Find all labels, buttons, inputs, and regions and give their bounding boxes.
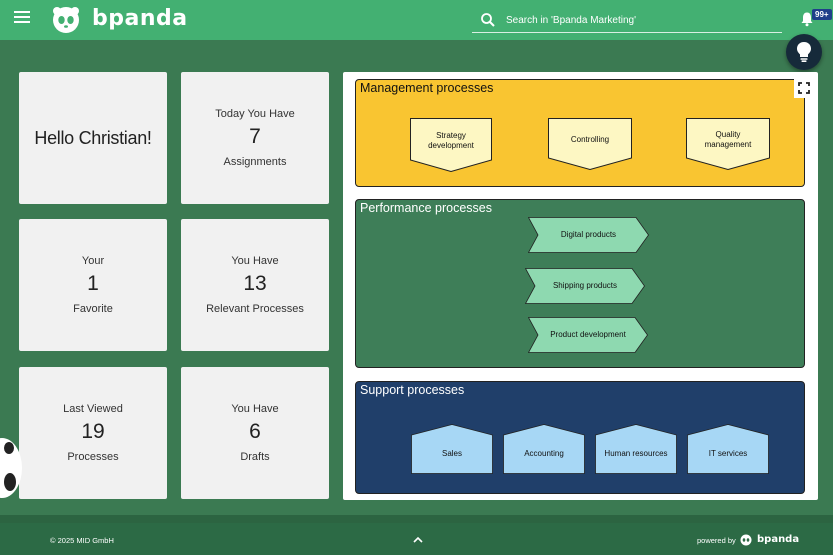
drafts-top-label: You Have xyxy=(231,403,279,415)
process-shipping-products[interactable]: Shipping products xyxy=(525,268,645,304)
support-section-title: Support processes xyxy=(360,383,465,397)
favorite-bottom-label: Favorite xyxy=(73,303,113,315)
search-input[interactable] xyxy=(506,10,776,30)
process-label: Shipping products xyxy=(552,281,618,290)
brand-name[interactable]: bpanda xyxy=(92,6,188,31)
process-label: IT services xyxy=(708,449,748,458)
relevant-bottom-label: Relevant Processes xyxy=(206,303,304,315)
greeting-tile: Hello Christian! xyxy=(19,72,167,204)
process-label: Human resources xyxy=(604,449,668,458)
process-controlling[interactable]: Controlling xyxy=(548,118,632,170)
search-icon[interactable] xyxy=(480,12,496,28)
process-strategy-development[interactable]: Strategy development xyxy=(410,118,492,172)
panda-mascot-illustration xyxy=(0,438,22,498)
favorite-top-label: Your xyxy=(81,255,105,267)
last-viewed-top-label: Last Viewed xyxy=(63,403,123,415)
process-sales[interactable]: Sales xyxy=(411,424,493,474)
process-product-development[interactable]: Product development xyxy=(528,317,648,353)
process-label: Product development xyxy=(550,330,626,339)
last-viewed-tile[interactable]: Last Viewed 19 Processes xyxy=(19,367,167,499)
drafts-bottom-label: Drafts xyxy=(240,451,270,463)
drafts-count: 6 xyxy=(249,420,261,443)
top-app-bar: bpanda 99+ xyxy=(0,0,833,40)
process-label: Sales xyxy=(441,449,462,458)
management-section-title: Management processes xyxy=(360,81,494,95)
lightbulb-icon xyxy=(797,42,811,62)
process-label: Accounting xyxy=(524,449,564,458)
relevant-top-label: You Have xyxy=(231,255,279,267)
footer-divider xyxy=(0,515,833,523)
process-human-resources[interactable]: Human resources xyxy=(595,424,677,474)
last-viewed-bottom-label: Processes xyxy=(67,451,119,463)
relevant-processes-tile[interactable]: You Have 13 Relevant Processes xyxy=(181,219,329,351)
process-label: Controlling xyxy=(570,134,610,144)
assignments-count: 7 xyxy=(249,125,261,148)
greeting-text: Hello Christian! xyxy=(34,127,152,148)
process-accounting[interactable]: Accounting xyxy=(503,424,585,474)
chevron-up-icon[interactable] xyxy=(412,535,424,545)
performance-section-title: Performance processes xyxy=(360,201,493,215)
process-label: Strategy development xyxy=(428,130,474,150)
process-label: Digital products xyxy=(560,230,617,239)
footer-brand-name: bpanda xyxy=(757,534,800,545)
relevant-count: 13 xyxy=(243,272,267,295)
tips-button[interactable] xyxy=(786,34,822,70)
assignments-tile[interactable]: Today You Have 7 Assignments xyxy=(181,72,329,204)
last-viewed-count: 19 xyxy=(81,420,105,443)
favorite-count: 1 xyxy=(87,272,99,295)
process-quality-management[interactable]: Quality management xyxy=(686,118,770,170)
fullscreen-icon[interactable] xyxy=(794,78,814,98)
panda-logo-icon[interactable] xyxy=(52,6,80,34)
process-digital-products[interactable]: Digital products xyxy=(528,217,649,253)
powered-by-text: powered by xyxy=(697,536,736,545)
assignments-bottom-label: Assignments xyxy=(223,156,287,168)
process-it-services[interactable]: IT services xyxy=(687,424,769,474)
search-bar[interactable] xyxy=(472,7,782,33)
panda-logo-icon xyxy=(740,534,752,546)
copyright-text: © 2025 MID GmbH xyxy=(50,536,114,545)
footer: © 2025 MID GmbH powered by bpanda xyxy=(0,523,833,555)
notification-count-badge[interactable]: 99+ xyxy=(812,9,832,20)
drafts-tile[interactable]: You Have 6 Drafts xyxy=(181,367,329,499)
assignments-top-label: Today You Have xyxy=(215,108,295,120)
favorite-tile[interactable]: Your 1 Favorite xyxy=(19,219,167,351)
hamburger-menu-icon[interactable] xyxy=(14,11,30,25)
process-label: Quality management xyxy=(704,129,752,149)
